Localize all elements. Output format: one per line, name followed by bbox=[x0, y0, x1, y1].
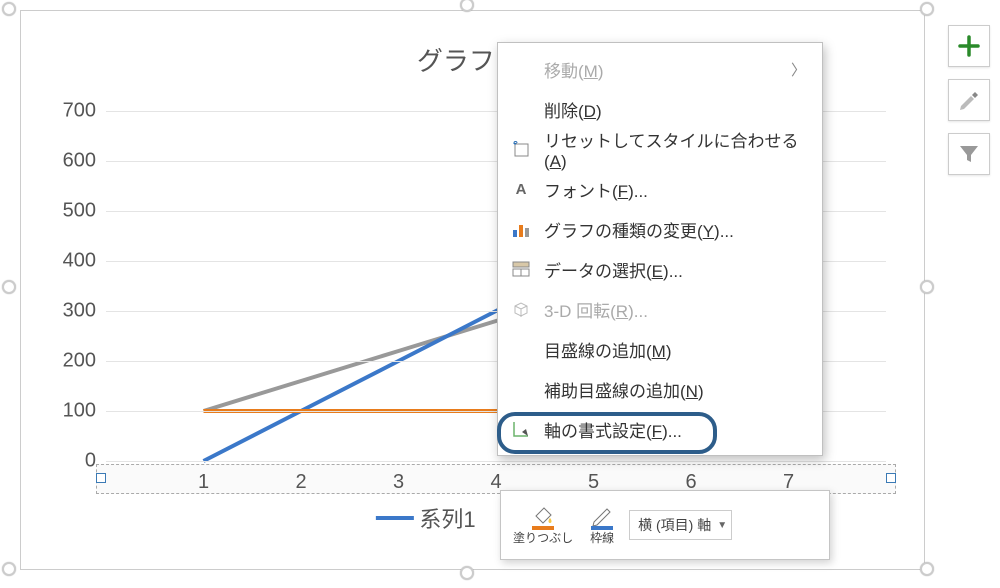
font-icon: A bbox=[510, 178, 532, 200]
selector-value: 横 (項目) 軸 bbox=[638, 515, 711, 535]
reset-icon bbox=[510, 138, 532, 160]
gridline bbox=[106, 461, 886, 462]
select-data-icon bbox=[510, 258, 532, 280]
context-menu: 移動(M) 〉 削除(D) リセットしてスタイルに合わせる(A) A フォント(… bbox=[497, 42, 823, 456]
resize-handle[interactable] bbox=[920, 280, 934, 294]
chart-styles-button[interactable] bbox=[948, 79, 990, 121]
menu-add-minor-gridlines[interactable]: 補助目盛線の追加(N) bbox=[498, 369, 822, 409]
outline-label: 枠線 bbox=[590, 532, 614, 545]
menu-select-data[interactable]: データの選択(E)... bbox=[498, 249, 822, 289]
chart-filter-button[interactable] bbox=[948, 133, 990, 175]
y-tick-label: 100 bbox=[46, 400, 96, 423]
bar-chart-icon bbox=[510, 218, 532, 240]
menu-change-chart-type[interactable]: グラフの種類の変更(Y)... bbox=[498, 209, 822, 249]
axis-handle[interactable] bbox=[886, 473, 896, 483]
resize-handle[interactable] bbox=[2, 2, 16, 16]
y-tick-label: 200 bbox=[46, 350, 96, 373]
paint-bucket-icon bbox=[530, 504, 556, 530]
resize-handle[interactable] bbox=[2, 280, 16, 294]
cube-icon bbox=[510, 298, 532, 320]
resize-handle[interactable] bbox=[2, 562, 16, 576]
chart-elements-button[interactable] bbox=[948, 25, 990, 67]
blank-icon bbox=[510, 58, 532, 80]
chart-side-tools bbox=[948, 25, 990, 175]
x-tick-label: 3 bbox=[393, 471, 404, 494]
y-tick-label: 700 bbox=[46, 100, 96, 123]
funnel-icon bbox=[958, 143, 980, 165]
chart-element-selector[interactable]: 横 (項目) 軸 ▼ bbox=[629, 510, 732, 540]
mini-toolbar: 塗りつぶし 枠線 横 (項目) 軸 ▼ bbox=[500, 490, 830, 560]
resize-handle[interactable] bbox=[460, 566, 474, 580]
menu-format-axis[interactable]: 軸の書式設定(F)... bbox=[498, 409, 822, 449]
y-tick-label: 600 bbox=[46, 150, 96, 173]
resize-handle[interactable] bbox=[920, 2, 934, 16]
menu-delete[interactable]: 削除(D) bbox=[498, 89, 822, 129]
chevron-right-icon: 〉 bbox=[791, 59, 806, 80]
blank-icon bbox=[510, 338, 532, 360]
axis-handle[interactable] bbox=[96, 473, 106, 483]
format-axis-icon bbox=[510, 418, 532, 440]
y-tick-label: 0 bbox=[46, 450, 96, 473]
plus-icon bbox=[958, 35, 980, 57]
y-tick-label: 500 bbox=[46, 200, 96, 223]
x-tick-label: 1 bbox=[198, 471, 209, 494]
legend-item-1[interactable]: 系列1 bbox=[375, 502, 475, 534]
resize-handle[interactable] bbox=[920, 562, 934, 576]
chevron-down-icon: ▼ bbox=[717, 520, 727, 531]
blank-icon bbox=[510, 98, 532, 120]
y-tick-label: 300 bbox=[46, 300, 96, 323]
legend-swatch bbox=[375, 516, 413, 520]
outline-button[interactable]: 枠線 bbox=[583, 494, 621, 556]
menu-font[interactable]: A フォント(F)... bbox=[498, 169, 822, 209]
menu-reset-style[interactable]: リセットしてスタイルに合わせる(A) bbox=[498, 129, 822, 169]
menu-3d-rotation: 3-D 回転(R)... bbox=[498, 289, 822, 329]
legend-label: 系列1 bbox=[419, 502, 475, 534]
x-tick-label: 2 bbox=[295, 471, 306, 494]
y-tick-label: 400 bbox=[46, 250, 96, 273]
fill-button[interactable]: 塗りつぶし bbox=[507, 494, 579, 556]
blank-icon bbox=[510, 378, 532, 400]
menu-add-gridlines[interactable]: 目盛線の追加(M) bbox=[498, 329, 822, 369]
pen-outline-icon bbox=[589, 504, 615, 530]
fill-label: 塗りつぶし bbox=[513, 532, 573, 545]
brush-icon bbox=[957, 88, 981, 112]
menu-move: 移動(M) 〉 bbox=[498, 49, 822, 89]
